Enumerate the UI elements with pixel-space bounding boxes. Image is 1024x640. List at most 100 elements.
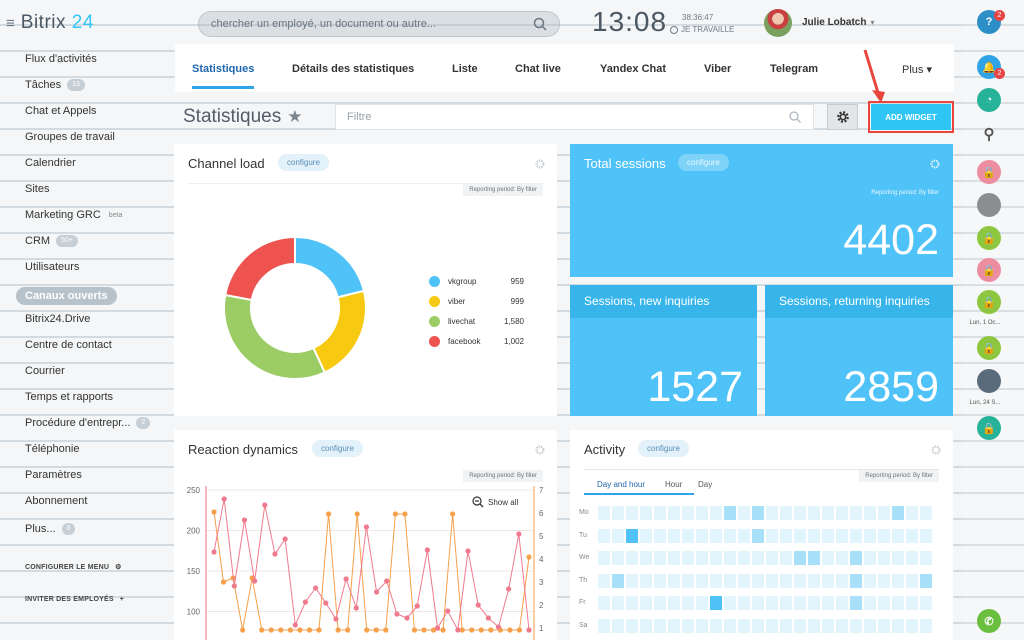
pink-series-point[interactable] [434, 625, 441, 631]
orange-series-point[interactable] [354, 511, 360, 517]
configure-button[interactable]: configure [678, 154, 729, 171]
heatmap-cell[interactable] [850, 596, 862, 610]
work-status[interactable]: JE TRAVAILLE [670, 25, 734, 34]
heatmap-cell[interactable] [724, 506, 736, 520]
menu-item[interactable]: Canaux ouverts [16, 287, 117, 305]
menu-icon[interactable]: ≡ [6, 15, 15, 32]
orange-series-point[interactable] [278, 627, 284, 633]
heatmap-cell[interactable] [654, 551, 666, 565]
heatmap-cell[interactable] [878, 506, 890, 520]
heatmap-cell[interactable] [850, 551, 862, 565]
heatmap-cell[interactable] [724, 596, 736, 610]
pink-series-point[interactable] [445, 608, 451, 614]
search-input[interactable]: chercher un employé, un document ou autr… [198, 11, 560, 37]
phone-button[interactable]: ✆ [977, 609, 1001, 633]
heatmap-cell[interactable] [598, 618, 610, 633]
heatmap-cell[interactable] [710, 528, 722, 543]
heatmap-cell[interactable] [696, 551, 708, 565]
heatmap-cell[interactable] [682, 551, 694, 565]
heatmap-cell[interactable] [668, 573, 680, 588]
pink-series-point[interactable] [394, 611, 400, 617]
heatmap-cell[interactable] [654, 506, 666, 520]
pink-series-point[interactable] [272, 551, 278, 557]
orange-series-point[interactable] [325, 511, 332, 517]
heatmap-cell[interactable] [808, 551, 820, 565]
heatmap-cell[interactable] [640, 528, 652, 543]
contact-lock-6[interactable]: 🔒 [977, 416, 1001, 440]
orange-series-point[interactable] [440, 627, 446, 633]
menu-item[interactable]: Tâches 13 [25, 79, 85, 91]
configure-button[interactable]: configure [278, 154, 329, 171]
heatmap-cell[interactable] [640, 506, 652, 520]
heatmap-cell[interactable] [850, 528, 862, 543]
orange-series-point[interactable] [211, 509, 217, 515]
heatmap-cell[interactable] [892, 551, 904, 565]
pink-series-point[interactable] [262, 502, 268, 508]
heatmap-cell[interactable] [850, 618, 862, 633]
heatmap-cell[interactable] [738, 596, 750, 610]
heatmap-cell[interactable] [724, 618, 736, 633]
heatmap-cell[interactable] [654, 528, 666, 543]
logo[interactable]: ≡ Bitrix 24 [6, 12, 94, 34]
configure-button[interactable]: configure [638, 440, 689, 457]
heatmap-cell[interactable] [794, 506, 806, 520]
heatmap-cell[interactable] [654, 618, 666, 633]
pink-series-point[interactable] [252, 578, 258, 584]
heatmap-cell[interactable] [850, 573, 862, 588]
tab-plus[interactable]: Plus ▾ [902, 63, 932, 76]
heatmap-cell[interactable] [640, 596, 652, 610]
pink-series-point[interactable] [323, 600, 329, 606]
orange-series-point[interactable] [450, 511, 456, 517]
heatmap-cell[interactable] [808, 506, 820, 520]
heatmap-cell[interactable] [780, 528, 792, 543]
heatmap-cell[interactable] [612, 573, 624, 588]
heatmap-cell[interactable] [696, 618, 708, 633]
heatmap-cell[interactable] [626, 618, 638, 633]
heatmap-cell[interactable] [696, 596, 708, 610]
orange-series-point[interactable] [507, 627, 513, 633]
heatmap-cell[interactable] [906, 618, 918, 633]
heatmap-cell[interactable] [906, 573, 918, 588]
heatmap-cell[interactable] [626, 596, 638, 610]
heatmap-cell[interactable] [892, 573, 904, 588]
heatmap-cell[interactable] [836, 506, 848, 520]
heatmap-cell[interactable] [920, 506, 932, 520]
pink-series-point[interactable] [475, 602, 481, 608]
contact-lock-3[interactable]: 🔒 [977, 258, 1001, 282]
heatmap-cell[interactable] [598, 528, 610, 543]
heatmap-cell[interactable] [598, 573, 610, 588]
menu-item[interactable]: CRM 50+ [25, 235, 78, 247]
menu-item[interactable]: Abonnement [25, 495, 87, 507]
pink-series-point[interactable] [455, 627, 461, 633]
legend-item[interactable]: livechat 1,580 [429, 311, 524, 331]
heatmap-cell[interactable] [598, 551, 610, 565]
menu-item[interactable]: Temps et rapports [25, 391, 113, 403]
contact-lock-5[interactable]: 🔒 [977, 336, 1001, 360]
pink-series-point[interactable] [384, 578, 390, 584]
heatmap-cell[interactable] [738, 573, 750, 588]
invite-employees-button[interactable]: INVITER DES EMPLOYÉS + [25, 596, 124, 603]
pink-series-point[interactable] [282, 536, 288, 542]
orange-series-point[interactable] [526, 554, 532, 560]
orange-series-point[interactable] [306, 627, 313, 633]
contact-avatar-1[interactable] [977, 193, 1001, 217]
pink-series-point[interactable] [343, 576, 349, 582]
heatmap-cell[interactable] [612, 618, 624, 633]
heatmap-cell[interactable] [626, 573, 638, 588]
heatmap-cell[interactable] [780, 618, 792, 633]
heatmap-cell[interactable] [640, 551, 652, 565]
user-menu[interactable]: Julie Lobatch ▾ [802, 17, 874, 29]
heatmap-cell[interactable] [682, 506, 694, 520]
heatmap-cell[interactable] [766, 551, 778, 565]
heatmap-cell[interactable] [836, 551, 848, 565]
heatmap-cell[interactable] [738, 551, 750, 565]
heatmap-cell[interactable] [822, 573, 834, 588]
heatmap-cell[interactable] [794, 618, 806, 633]
donut-slice-livechat[interactable] [223, 293, 327, 380]
heatmap-cell[interactable] [640, 618, 652, 633]
subtab-day-and-hour[interactable]: Day and hour [597, 480, 645, 489]
orange-series-point[interactable] [478, 627, 484, 633]
heatmap-cell[interactable] [794, 528, 806, 543]
heatmap-cell[interactable] [906, 506, 918, 520]
heatmap-cell[interactable] [780, 506, 792, 520]
